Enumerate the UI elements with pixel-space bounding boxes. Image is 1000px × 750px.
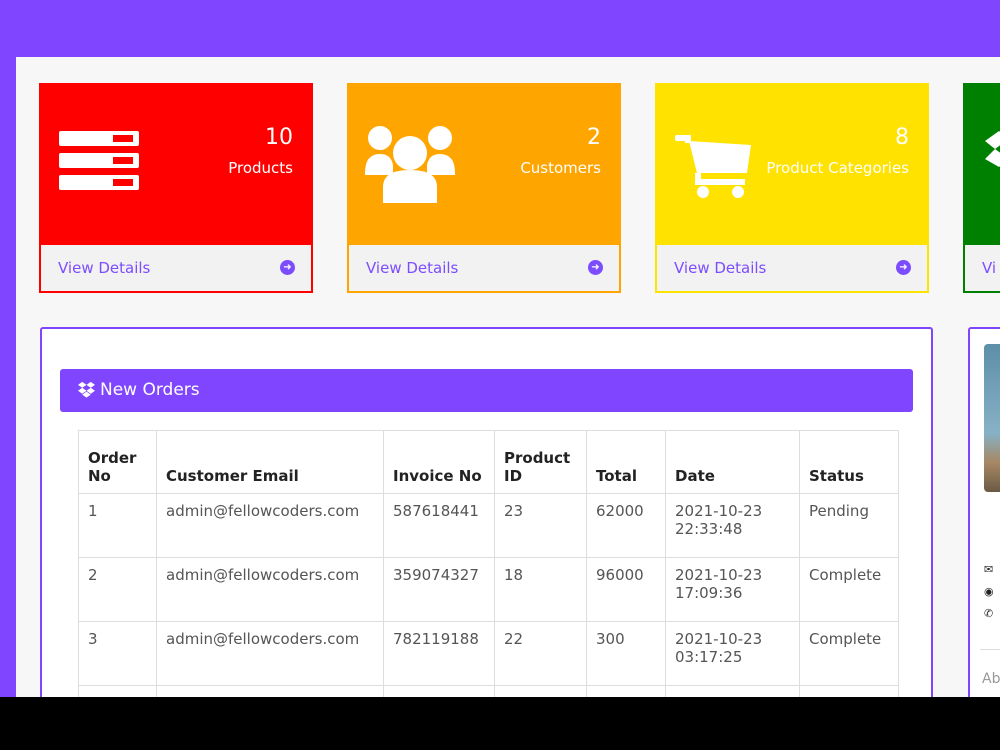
divider [980,649,1000,650]
products-view-details[interactable]: View Details ➜ [41,245,311,291]
email-cell: admin@fellowcoders.com [156,557,384,622]
order-no-cell: 1 [78,493,157,558]
sidebar-edge [0,57,16,697]
dropbox-icon [985,131,1000,167]
invoice-cell: 587618441 [383,493,495,558]
letterbox-bar [0,697,1000,750]
arrow-circle-right-icon: ➜ [280,260,295,275]
status-cell: Complete [799,557,899,622]
shopping-cart-icon [675,135,751,198]
envelope-icon: ✉ [984,563,994,576]
total-cell: 62000 [586,493,666,558]
date-cell: 2021-10-23 03:17:25 [665,621,800,686]
products-card-header: 10 Products [41,85,311,245]
view-details-link[interactable]: Vi [982,259,996,277]
column-header[interactable]: Date [665,430,800,494]
order-no-cell: 2 [78,557,157,622]
table-header-row: Order No Customer Email Invoice No Produ… [78,430,899,494]
dropbox-icon [78,381,95,398]
column-header[interactable]: Product ID [494,430,587,494]
orders-card-header [965,85,1000,245]
total-cell: 96000 [586,557,666,622]
customers-label: Customers [520,159,601,177]
product-id-cell: 23 [494,493,587,558]
users-icon [365,126,455,203]
products-card: 10 Products View Details ➜ [39,83,313,293]
arrow-circle-right-icon: ➜ [896,260,911,275]
globe-icon: ◉ [984,585,994,598]
about-label: Ab [982,671,1000,687]
new-orders-title: New Orders [100,380,200,400]
orders-table: Order No Customer Email Invoice No Produ… [78,430,899,697]
table-row[interactable] [78,685,899,697]
order-no-cell: 3 [78,621,157,686]
categories-card-header: 8 Product Categories [657,85,927,245]
date-cell: 2021-10-23 22:33:48 [665,493,800,558]
table-row[interactable]: 2 admin@fellowcoders.com 359074327 18 96… [78,557,899,622]
table-cell [799,685,899,697]
categories-label: Product Categories [766,159,909,177]
table-cell [586,685,666,697]
customers-card: 2 Customers View Details ➜ [347,83,621,293]
phone-icon: ✆ [984,607,994,620]
product-id-cell: 22 [494,621,587,686]
customers-count: 2 [587,125,601,150]
table-cell [383,685,495,697]
email-cell: admin@fellowcoders.com [156,621,384,686]
top-navbar [0,0,1000,57]
invoice-cell: 359074327 [383,557,495,622]
new-orders-panel: New Orders Order No Customer Email Invoi… [40,327,933,697]
new-orders-header: New Orders [60,369,913,412]
categories-view-details[interactable]: View Details ➜ [657,245,927,291]
table-cell [665,685,800,697]
product-id-cell: 18 [494,557,587,622]
profile-image [984,344,1000,492]
status-cell: Complete [799,621,899,686]
products-count: 10 [265,125,293,150]
table-cell [494,685,587,697]
column-header[interactable]: Order No [78,430,157,494]
table-row[interactable]: 1 admin@fellowcoders.com 587618441 23 62… [78,493,899,558]
customers-card-header: 2 Customers [349,85,619,245]
dashboard-content: 10 Products View Details ➜ 2 Customers V… [16,57,1000,697]
date-cell: 2021-10-23 17:09:36 [665,557,800,622]
customers-view-details[interactable]: View Details ➜ [349,245,619,291]
column-header[interactable]: Customer Email [156,430,384,494]
orders-card: Vi [963,83,1000,293]
table-cell [78,685,157,697]
server-list-icon [59,131,139,190]
view-details-link[interactable]: View Details [58,259,150,277]
categories-count: 8 [895,125,909,150]
categories-card: 8 Product Categories View Details ➜ [655,83,929,293]
products-label: Products [228,159,293,177]
table-row[interactable]: 3 admin@fellowcoders.com 782119188 22 30… [78,621,899,686]
orders-view-details[interactable]: Vi [965,245,1000,291]
view-details-link[interactable]: View Details [366,259,458,277]
invoice-cell: 782119188 [383,621,495,686]
total-cell: 300 [586,621,666,686]
column-header[interactable]: Total [586,430,666,494]
status-cell: Pending [799,493,899,558]
column-header[interactable]: Invoice No [383,430,495,494]
profile-panel: ✉ ◉ ✆ Ab [968,327,1000,697]
column-header[interactable]: Status [799,430,899,494]
email-cell: admin@fellowcoders.com [156,493,384,558]
view-details-link[interactable]: View Details [674,259,766,277]
arrow-circle-right-icon: ➜ [588,260,603,275]
table-cell [156,685,384,697]
